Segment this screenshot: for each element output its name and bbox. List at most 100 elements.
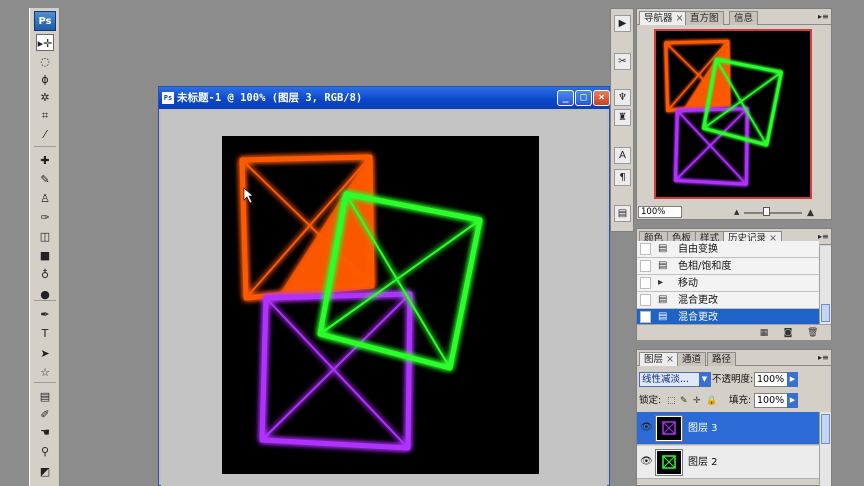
path-selection-tool[interactable]: ➤: [36, 345, 54, 362]
history-state[interactable]: ▤ 自由变换: [637, 241, 819, 258]
zoom-tool[interactable]: ⚲: [36, 443, 54, 460]
brushes-icon[interactable]: ♆: [614, 89, 631, 106]
glowing-squares-artwork: [239, 154, 483, 451]
tab-histogram[interactable]: 直方图: [685, 11, 724, 25]
layer-name: 图层 3: [688, 423, 718, 434]
blur-tool[interactable]: ♁: [36, 266, 54, 283]
lasso-tool[interactable]: ϕ: [36, 71, 54, 88]
history-state-label: 混合更改: [678, 295, 718, 306]
layer-row[interactable]: 👁 图层 2: [637, 446, 821, 479]
lock-position-icon[interactable]: ✛: [693, 396, 703, 406]
history-brush-tool[interactable]: ✑: [36, 209, 54, 226]
panel-menu-icon[interactable]: ▸≡: [818, 12, 829, 22]
toolbox: Ps ▸✛ ◌ ϕ ✲ ⌗ ⁄ ✚ ✎ ♙ ✑ ◫ ■ ♁ ● ✒ T ➤ ☆ ▤ ✐ ☚ ⚲ ◩: [29, 8, 60, 486]
eraser-tool[interactable]: ◫: [36, 228, 54, 245]
eyedropper-tool[interactable]: ✐: [36, 406, 54, 423]
layer-row[interactable]: 👁 图层 3: [637, 412, 821, 445]
history-state[interactable]: ▤ 色相/饱和度: [637, 258, 819, 275]
history-snapshot-checkbox[interactable]: [640, 294, 651, 306]
opacity-arrow-icon[interactable]: ▶: [787, 372, 798, 387]
chevron-down-icon[interactable]: ▼: [699, 372, 710, 387]
eye-icon[interactable]: 👁: [640, 456, 653, 468]
move-tool[interactable]: ▸✛: [36, 34, 54, 51]
layers-scrollbar[interactable]: [819, 412, 831, 486]
minimize-button[interactable]: _: [557, 90, 574, 106]
history-state-label: 自由变换: [678, 244, 718, 255]
tab-info[interactable]: 信息: [729, 11, 759, 25]
doc-icon: ▤: [658, 311, 668, 322]
lock-image-icon[interactable]: ✎: [680, 396, 690, 406]
navigator-zoom-input[interactable]: 100%: [638, 206, 682, 218]
opacity-input[interactable]: 100%: [754, 372, 788, 387]
tool-presets-icon[interactable]: ✂: [614, 53, 631, 70]
opacity-label: 不透明度:: [712, 374, 754, 385]
history-snapshot-checkbox[interactable]: [640, 243, 651, 255]
toolbox-divider: [34, 382, 56, 383]
navigator-preview[interactable]: [654, 29, 812, 199]
tab-channels[interactable]: 通道: [677, 352, 707, 366]
notes-tool[interactable]: ▤: [36, 388, 54, 405]
photoshop-logo[interactable]: Ps: [34, 11, 56, 31]
fill-arrow-icon[interactable]: ▶: [787, 393, 798, 408]
layer-comps-icon[interactable]: ▤: [614, 205, 631, 222]
panel-menu-icon[interactable]: ▸≡: [818, 353, 829, 363]
crop-tool[interactable]: ⌗: [36, 107, 54, 124]
lock-all-icon[interactable]: 🔒: [706, 396, 717, 406]
trash-icon[interactable]: 🗑: [807, 328, 818, 338]
hand-tool[interactable]: ☚: [36, 424, 54, 441]
magic-wand-tool[interactable]: ✲: [36, 89, 54, 106]
history-scrollbar[interactable]: [819, 246, 831, 326]
document-window: Ps 未标题-1 @ 100% (图层 3, RGB/8) _ □ ×: [158, 86, 610, 486]
new-snapshot-icon[interactable]: ◙: [783, 328, 793, 338]
history-state[interactable]: ▸ 移动: [637, 275, 819, 292]
maximize-button[interactable]: □: [575, 90, 592, 106]
tab-navigator[interactable]: 导航器 ×: [639, 11, 689, 25]
layers-scroll-thumb[interactable]: [821, 414, 830, 444]
move-icon: ▸: [658, 277, 664, 288]
panel-menu-icon[interactable]: ▸≡: [818, 232, 829, 242]
shape-tool[interactable]: ☆: [36, 364, 54, 381]
tab-layers[interactable]: 图层 ×: [639, 352, 679, 366]
close-icon[interactable]: ×: [676, 13, 684, 24]
slice-tool[interactable]: ⁄: [36, 126, 54, 143]
actions-play-icon[interactable]: ▶: [614, 15, 631, 32]
close-button[interactable]: ×: [593, 90, 610, 106]
history-snapshot-checkbox[interactable]: [640, 311, 651, 323]
document-title-bar[interactable]: Ps 未标题-1 @ 100% (图层 3, RGB/8) _ □ ×: [159, 87, 610, 109]
fill-input[interactable]: 100%: [754, 393, 788, 408]
image-canvas[interactable]: [222, 136, 539, 474]
zoom-slider-handle[interactable]: [763, 207, 770, 216]
fill-label: 填充:: [729, 395, 752, 406]
navigator-zoom-slider[interactable]: [744, 212, 802, 214]
healing-brush-tool[interactable]: ✚: [36, 152, 54, 169]
type-tool[interactable]: T: [36, 325, 54, 342]
layer-thumbnail: [655, 415, 683, 442]
eye-icon[interactable]: 👁: [640, 422, 653, 434]
color-swatches[interactable]: ◩: [36, 463, 54, 480]
brush-tool[interactable]: ✎: [36, 171, 54, 188]
clone-source-icon[interactable]: ♜: [614, 109, 631, 126]
pen-tool[interactable]: ✒: [36, 306, 54, 323]
canvas-area[interactable]: [161, 111, 607, 486]
orange-square-shape: [239, 154, 375, 301]
marquee-tool[interactable]: ◌: [36, 53, 54, 70]
history-snapshot-checkbox[interactable]: [640, 277, 651, 289]
layer-name: 图层 2: [688, 457, 718, 468]
new-document-from-state-icon[interactable]: ▦: [759, 328, 769, 338]
history-snapshot-checkbox[interactable]: [640, 260, 651, 272]
lock-transparent-icon[interactable]: ⬚: [667, 396, 677, 406]
history-state[interactable]: ▤ 混合更改: [637, 292, 819, 309]
close-icon[interactable]: ×: [666, 354, 674, 365]
gradient-tool[interactable]: ■: [36, 247, 54, 264]
paragraph-icon[interactable]: ¶: [614, 169, 631, 186]
doc-icon: ▤: [658, 260, 668, 271]
zoom-in-icon[interactable]: ▲: [807, 208, 814, 218]
history-state-label: 色相/饱和度: [678, 261, 732, 272]
tab-paths[interactable]: 路径: [707, 352, 737, 366]
navigator-panel: 导航器 × 直方图 信息 ▸≡ 100% ▲ ▲: [636, 8, 832, 220]
clone-stamp-tool[interactable]: ♙: [36, 190, 54, 207]
layers-tabbar: 图层 × 通道 路径: [637, 350, 831, 366]
history-scroll-thumb[interactable]: [821, 304, 830, 322]
character-icon[interactable]: A: [614, 147, 631, 164]
zoom-out-icon[interactable]: ▲: [734, 208, 739, 216]
